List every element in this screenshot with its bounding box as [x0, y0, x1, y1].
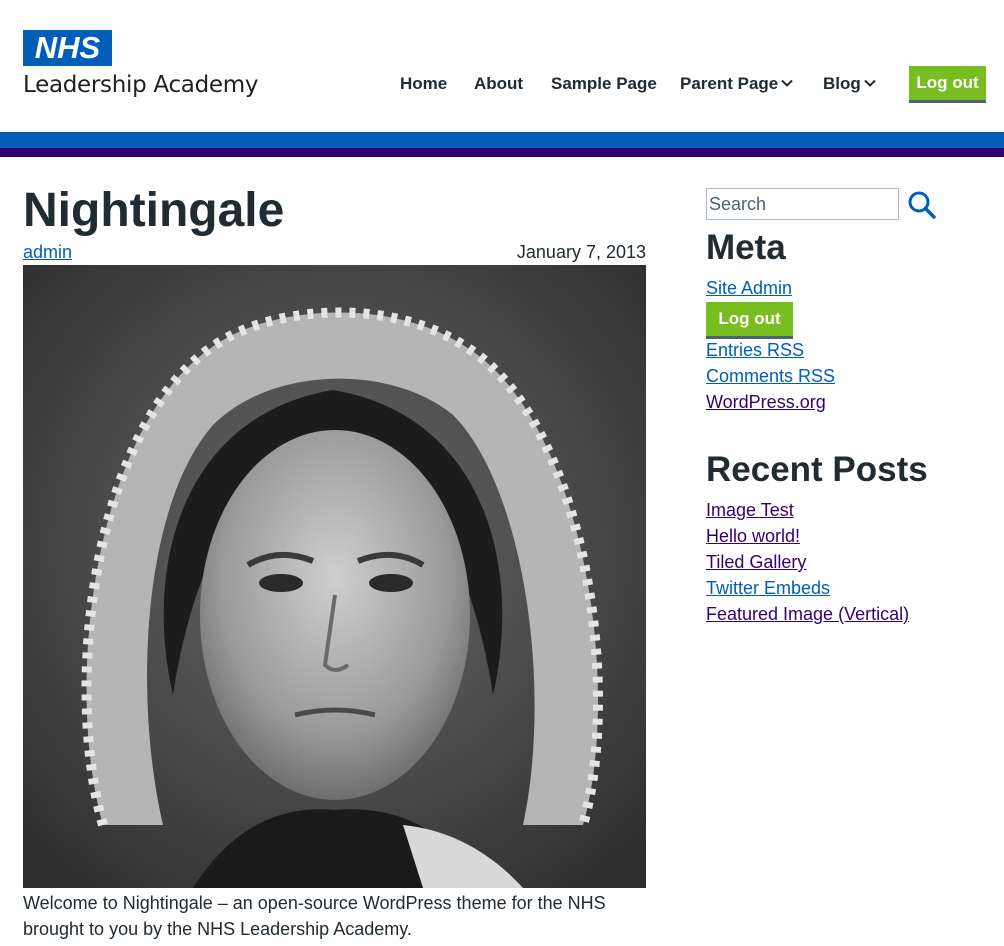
nav-item-label: Blog — [823, 74, 861, 93]
meta-link-comments-rss[interactable]: Comments RSS — [706, 366, 835, 387]
primary-nav: Home About Sample Page Parent Page Blog … — [0, 66, 1004, 102]
sidebar-logout-button[interactable]: Log out — [706, 302, 793, 336]
search-icon — [908, 191, 936, 219]
featured-image — [23, 265, 646, 888]
nhs-logo: NHS — [23, 30, 112, 66]
recent-post-link[interactable]: Tiled Gallery — [706, 552, 806, 573]
recent-posts-widget-title: Recent Posts — [706, 450, 928, 489]
site-logo[interactable]: NHS Leadership Academy — [23, 30, 258, 98]
post-author-link[interactable]: admin — [23, 242, 72, 263]
nav-item-home[interactable]: Home — [400, 66, 447, 102]
nav-item-label: Parent Page — [680, 74, 779, 93]
post-excerpt: Welcome to Nightingale – an open-source … — [23, 893, 606, 939]
search-input[interactable] — [706, 188, 899, 220]
meta-link-entries-rss[interactable]: Entries RSS — [706, 340, 804, 361]
chevron-down-icon — [781, 79, 793, 87]
search-button[interactable] — [906, 189, 938, 221]
nav-item-blog[interactable]: Blog — [823, 66, 877, 102]
recent-post-link[interactable]: Featured Image (Vertical) — [706, 604, 909, 625]
meta-widget-title: Meta — [706, 228, 786, 267]
meta-link-site-admin[interactable]: Site Admin — [706, 278, 792, 299]
meta-link-wordpress-org[interactable]: WordPress.org — [706, 392, 826, 413]
recent-post-link[interactable]: Image Test — [706, 500, 794, 521]
chevron-down-icon — [864, 79, 876, 87]
site-header: NHS Leadership Academy Home About Sample… — [0, 0, 1004, 132]
nav-item-label: About — [474, 74, 524, 93]
nav-item-sample-page[interactable]: Sample Page — [551, 66, 657, 102]
post-title: Nightingale — [23, 184, 285, 237]
recent-post-link[interactable]: Twitter Embeds — [706, 578, 830, 599]
recent-post-link[interactable]: Hello world! — [706, 526, 800, 547]
nav-item-label: Sample Page — [551, 74, 657, 93]
post-date: January 7, 2013 — [516, 242, 646, 262]
header-band-blue — [0, 132, 1004, 148]
header-logout-button[interactable]: Log out — [909, 66, 986, 100]
portrait-image — [23, 265, 646, 888]
nav-item-about[interactable]: About — [474, 66, 523, 102]
nav-item-parent-page[interactable]: Parent Page — [680, 66, 794, 102]
header-band-purple — [0, 148, 1004, 157]
nav-item-label: Home — [400, 74, 448, 93]
